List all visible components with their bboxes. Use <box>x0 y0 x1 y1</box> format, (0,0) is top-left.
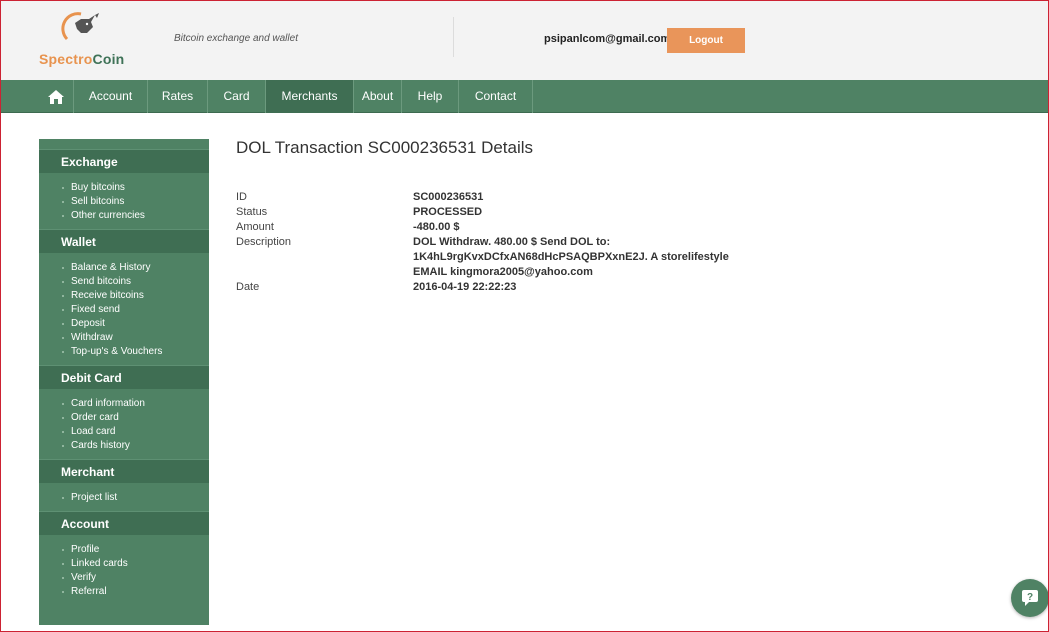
detail-row-date: Date 2016-04-19 22:22:23 <box>236 280 743 295</box>
sidebar-item-verify[interactable]: Verify <box>39 571 209 585</box>
description-line-2: 1K4hL9rgKvxDCfxAN68dHcPSAQBPXxnE2J. A st… <box>413 251 729 263</box>
detail-label: Date <box>236 281 260 293</box>
detail-row-status: Status PROCESSED <box>236 205 743 220</box>
sidebar-section-wallet: Wallet <box>39 229 209 253</box>
sidebar-section-merchant: Merchant <box>39 459 209 483</box>
sidebar-item-buy-bitcoins[interactable]: Buy bitcoins <box>39 181 209 195</box>
logo[interactable]: SpectroCoin <box>39 9 124 71</box>
sidebar-item-other-currencies[interactable]: Other currencies <box>39 209 209 223</box>
sidebar-item-linked-cards[interactable]: Linked cards <box>39 557 209 571</box>
sidebar-item-deposit[interactable]: Deposit <box>39 317 209 331</box>
detail-row-amount: Amount -480.00 $ <box>236 220 743 235</box>
logout-button[interactable]: Logout <box>667 28 745 53</box>
detail-row-id: ID SC000236531 <box>236 190 743 205</box>
sidebar-list-debit-card: Card information Order card Load card Ca… <box>39 389 209 459</box>
header-divider <box>453 17 454 57</box>
sidebar-item-project-list[interactable]: Project list <box>39 491 209 505</box>
nav-home[interactable] <box>39 80 74 113</box>
chat-help-button[interactable]: ? <box>1011 579 1049 617</box>
sidebar-list-exchange: Buy bitcoins Sell bitcoins Other currenc… <box>39 173 209 229</box>
detail-label: Description <box>236 236 292 248</box>
user-email: psipanlcom@gmail.com <box>544 33 671 45</box>
bull-logo-icon <box>61 12 99 41</box>
detail-value: SC000236531 <box>413 191 484 203</box>
detail-value: 2016-04-19 22:22:23 <box>413 281 517 293</box>
sidebar-section-exchange: Exchange <box>39 149 209 173</box>
transaction-details: ID SC000236531 Status PROCESSED Amount -… <box>236 190 743 295</box>
sidebar-item-profile[interactable]: Profile <box>39 543 209 557</box>
main-nav: Account Rates Card Merchants About Help … <box>1 80 1048 113</box>
sidebar-item-fixed-send[interactable]: Fixed send <box>39 303 209 317</box>
description-line-3: EMAIL kingmora2005@yahoo.com <box>413 266 593 278</box>
sidebar-item-load-card[interactable]: Load card <box>39 425 209 439</box>
tagline: Bitcoin exchange and wallet <box>174 33 298 44</box>
page-title: DOL Transaction SC000236531 Details <box>236 138 534 157</box>
detail-row-description: Description DOL Withdraw. 480.00 $ Send … <box>236 235 743 280</box>
sidebar-item-topups-vouchers[interactable]: Top-up's & Vouchers <box>39 345 209 359</box>
nav-contact[interactable]: Contact <box>459 80 533 113</box>
detail-value: -480.00 $ <box>413 221 460 233</box>
detail-label: ID <box>236 191 247 203</box>
chat-help-icon: ? <box>1022 590 1038 606</box>
sidebar-item-cards-history[interactable]: Cards history <box>39 439 209 453</box>
home-icon <box>48 89 64 104</box>
detail-value: PROCESSED <box>413 206 483 218</box>
sidebar-item-referral[interactable]: Referral <box>39 585 209 599</box>
nav-rates[interactable]: Rates <box>148 80 208 113</box>
detail-value: DOL Withdraw. 480.00 $ Send DOL to: 1K4h… <box>413 235 743 280</box>
nav-help[interactable]: Help <box>402 80 459 113</box>
sidebar-item-sell-bitcoins[interactable]: Sell bitcoins <box>39 195 209 209</box>
nav-card[interactable]: Card <box>208 80 266 113</box>
sidebar-item-card-information[interactable]: Card information <box>39 397 209 411</box>
sidebar-list-account: Profile Linked cards Verify Referral <box>39 535 209 605</box>
sidebar-item-order-card[interactable]: Order card <box>39 411 209 425</box>
sidebar: Exchange Buy bitcoins Sell bitcoins Othe… <box>39 139 209 625</box>
sidebar-item-receive-bitcoins[interactable]: Receive bitcoins <box>39 289 209 303</box>
nav-account[interactable]: Account <box>74 80 148 113</box>
logo-text-part1: Spectro <box>39 51 93 67</box>
nav-merchants[interactable]: Merchants <box>266 80 354 113</box>
description-line-1: DOL Withdraw. 480.00 $ Send DOL to: <box>413 236 611 248</box>
sidebar-item-send-bitcoins[interactable]: Send bitcoins <box>39 275 209 289</box>
sidebar-section-debit-card: Debit Card <box>39 365 209 389</box>
sidebar-item-balance-history[interactable]: Balance & History <box>39 261 209 275</box>
logo-text: SpectroCoin <box>39 51 124 67</box>
logo-text-part2: Coin <box>92 51 125 67</box>
sidebar-section-account: Account <box>39 511 209 535</box>
sidebar-top-pad <box>39 139 209 149</box>
header: SpectroCoin Bitcoin exchange and wallet … <box>1 1 1048 80</box>
nav-about[interactable]: About <box>354 80 402 113</box>
detail-label: Amount <box>236 221 274 233</box>
detail-label: Status <box>236 206 268 218</box>
svg-text:?: ? <box>1027 592 1033 603</box>
sidebar-list-wallet: Balance & History Send bitcoins Receive … <box>39 253 209 365</box>
sidebar-list-merchant: Project list <box>39 483 209 511</box>
sidebar-item-withdraw[interactable]: Withdraw <box>39 331 209 345</box>
